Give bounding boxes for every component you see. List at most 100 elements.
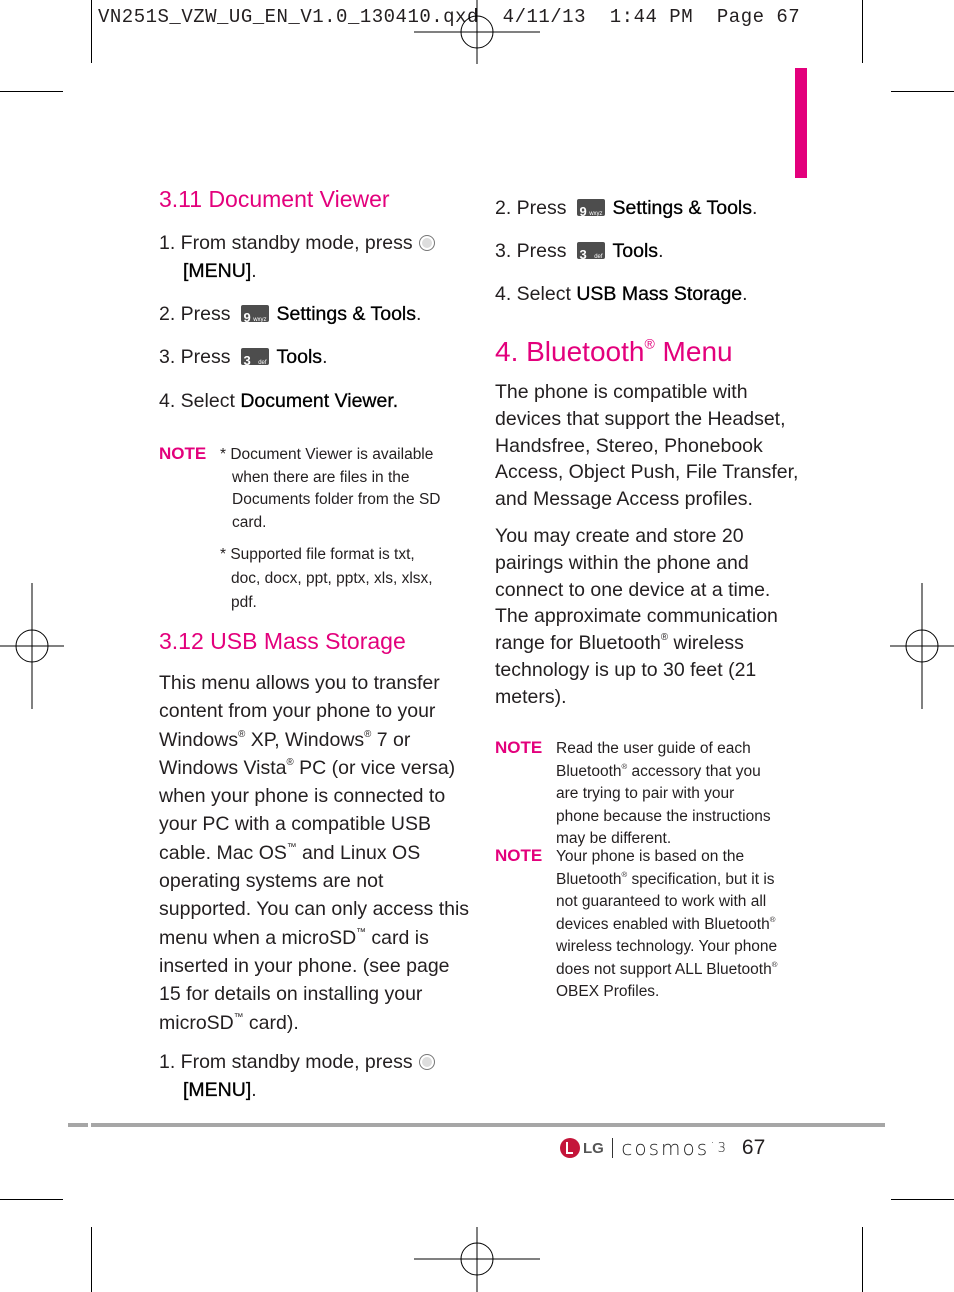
punctuation: . xyxy=(742,283,748,305)
text-line: You may create and store 20 xyxy=(495,525,744,547)
step-text: 4. Select xyxy=(159,390,235,412)
registered-mark: ® xyxy=(621,761,628,771)
registered-mark: ® xyxy=(660,632,669,644)
key-number: 3 xyxy=(243,353,251,368)
page-footer: LG cosmos˙3 67 xyxy=(560,1133,765,1163)
text-line: Read the user guide of each xyxy=(556,740,751,757)
text-line: Bluetooth® specification, but it is xyxy=(556,869,775,888)
text-line: supported. You can only access this xyxy=(159,898,470,921)
text-line: your PC with a compatible USB xyxy=(159,813,432,836)
menu-ok-key-icon xyxy=(418,235,435,251)
lg-logo-icon xyxy=(560,1138,580,1158)
note-label: NOTE xyxy=(495,846,543,865)
note-line: * Document Viewer is available xyxy=(220,446,434,463)
key-letters: def xyxy=(594,254,603,260)
text-line: Windows Vista® PC (or vice versa) xyxy=(159,756,456,779)
registration-mark-bottom xyxy=(414,1227,540,1292)
product-name: cosmos˙3 xyxy=(621,1136,728,1160)
section-title-bluetooth-menu: 4. Bluetooth® Menu xyxy=(495,336,733,368)
key-letters: wxyz xyxy=(589,211,603,217)
key-9-wxyz-icon: 9 wxyz xyxy=(576,199,605,219)
menu-key-label: [MENU] xyxy=(183,260,252,282)
step-text: 2. Press xyxy=(159,303,231,325)
text-line: and Message Access profiles. xyxy=(495,488,753,511)
step-2-document-viewer: 2. Press 9 wxyz Settings & Tools. xyxy=(159,300,421,328)
text-line: The phone is compatible with xyxy=(495,381,748,403)
text-line: Your phone is based on the xyxy=(556,848,745,865)
brand-name: LG xyxy=(583,1139,604,1157)
text-line: OBEX Profiles. xyxy=(556,983,660,1000)
punctuation: . xyxy=(251,260,257,282)
text-line: pairings within the phone and xyxy=(495,551,749,574)
note-bluetooth-specification: Your phone is based on the Bluetooth® spe… xyxy=(556,846,777,1004)
step-2-usb-mass-storage: 2. Press 9 wxyz Settings & Tools. xyxy=(495,194,757,222)
crop-mark xyxy=(0,1199,63,1200)
bluetooth-pairings-paragraph: You may create and store 20 pairings with… xyxy=(495,523,778,711)
text-line: technology is up to 30 feet (21 xyxy=(495,658,757,681)
registered-mark: ® xyxy=(644,335,655,352)
punctuation: . xyxy=(251,1079,257,1101)
step-4-document-viewer: 4. Select Document Viewer. xyxy=(159,387,398,415)
registered-mark: ® xyxy=(364,728,372,740)
product-text: cosmos xyxy=(621,1136,710,1160)
text-line: meters). xyxy=(495,685,567,708)
note-document-viewer-availability: * Document Viewer is available when ther… xyxy=(220,444,440,534)
note-supported-formats: * Supported file format is txt, doc, doc… xyxy=(220,543,433,615)
note-label: NOTE xyxy=(495,738,543,757)
text-line: Windows® XP, Windows® 7 or xyxy=(159,728,411,751)
key-3-def-icon: 3 def xyxy=(576,242,605,262)
punctuation: . xyxy=(322,346,328,368)
footer-rule-short xyxy=(68,1123,88,1127)
text-line: This menu allows you to transfer xyxy=(159,672,440,694)
note-line: Documents folder from the SD xyxy=(232,491,441,508)
step-text: 2. Press xyxy=(495,197,567,219)
text-line: are trying to pair with your xyxy=(556,785,735,802)
text-line: content from your phone to your xyxy=(159,700,436,723)
crop-mark xyxy=(91,1227,92,1292)
step-text: 1. From standby mode, press xyxy=(159,1051,413,1073)
step-1-usb-mass-storage: 1. From standby mode, press [MENU]. xyxy=(159,1048,435,1104)
text-line: microSD™ card). xyxy=(159,1011,299,1034)
crop-mark xyxy=(0,91,63,92)
crop-mark xyxy=(862,1227,863,1292)
punctuation: . xyxy=(752,197,758,219)
note-line: when there are files in the xyxy=(232,468,410,486)
text-line: 15 for details on installing your xyxy=(159,983,423,1006)
crop-mark xyxy=(891,1199,954,1200)
text-line: The approximate communication xyxy=(495,605,778,628)
text-line: Bluetooth® accessory that you xyxy=(556,761,761,780)
menu-item-name: USB Mass Storage xyxy=(576,283,743,305)
title-text: 4. Bluetooth xyxy=(495,336,645,367)
registered-mark: ® xyxy=(286,757,294,769)
menu-item-name: Settings & Tools xyxy=(612,197,753,219)
section-title-usb-mass-storage: 3.12 USB Mass Storage xyxy=(159,628,406,654)
product-version: ˙3 xyxy=(709,1141,728,1156)
key-9-wxyz-icon: 9 wxyz xyxy=(240,305,269,325)
menu-item-name: Tools xyxy=(276,346,323,368)
section-title-document-viewer: 3.11 Document Viewer xyxy=(159,186,390,212)
text-line: Access, Object Push, File Transfer, xyxy=(495,461,799,484)
step-text: 1. From standby mode, press xyxy=(159,232,413,254)
menu-item-name: Tools xyxy=(612,240,659,262)
key-letters: def xyxy=(258,360,267,366)
note-line: * Supported file format is txt, xyxy=(220,546,415,563)
menu-item-name: Document Viewer. xyxy=(240,390,399,412)
page-number: 67 xyxy=(741,1136,766,1159)
key-number: 9 xyxy=(579,204,587,219)
crop-mark xyxy=(862,0,863,63)
registration-mark-right xyxy=(890,583,954,709)
text-line: when your phone is connected to xyxy=(159,785,446,808)
crop-mark xyxy=(91,0,92,63)
text-line: menu when a microSD™ card is xyxy=(159,926,429,949)
step-3-usb-mass-storage: 3. Press 3 def Tools. xyxy=(495,237,663,265)
text-line: phone because the instructions xyxy=(556,807,771,825)
text-line: operating systems are not xyxy=(159,870,384,893)
crop-mark xyxy=(891,91,954,92)
trademark-mark: ™ xyxy=(286,842,297,854)
text-line: wireless technology. Your phone xyxy=(556,938,778,955)
chapter-tab-marker xyxy=(795,68,807,178)
text-line: cable. Mac OS™ and Linux OS xyxy=(159,841,421,864)
key-number: 3 xyxy=(579,247,587,262)
text-line: devices enabled with Bluetooth® xyxy=(556,914,776,933)
step-text: 3. Press xyxy=(495,240,567,262)
